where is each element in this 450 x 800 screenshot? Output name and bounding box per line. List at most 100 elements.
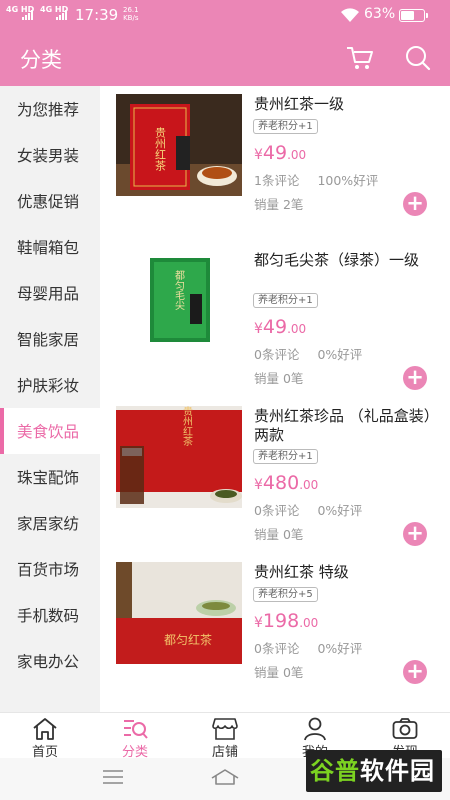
product-price: ¥49.00 bbox=[254, 316, 306, 338]
product-name[interactable]: 贵州红茶珍品 （礼品盒装）两款 bbox=[254, 407, 434, 445]
user-icon bbox=[304, 717, 326, 741]
package-label: 都匀毛尖 bbox=[173, 270, 185, 311]
product-card[interactable]: 贵州红茶 贵州红茶珍品 （礼品盒装）两款 养老积分+1 ¥480.00 0条评论… bbox=[100, 398, 450, 554]
price-decimal: .00 bbox=[299, 616, 319, 630]
home-key-icon[interactable] bbox=[210, 768, 240, 786]
plus-icon: + bbox=[406, 365, 424, 389]
product-image[interactable]: 贵州红茶 bbox=[116, 406, 242, 508]
price-decimal: .00 bbox=[299, 478, 319, 492]
product-list: 贵州红茶 贵州红茶一级 养老积分+1 ¥49.00 1条评论 100%好评 销量 … bbox=[100, 86, 450, 712]
signal-icon bbox=[22, 10, 36, 20]
review-count: 1条评论 bbox=[254, 173, 300, 188]
add-to-cart-button[interactable]: + bbox=[403, 522, 427, 546]
sidebar-item-appliances[interactable]: 家电办公 bbox=[0, 638, 100, 684]
product-name[interactable]: 贵州红茶一级 bbox=[254, 95, 434, 114]
nav-home[interactable]: 首页 bbox=[0, 713, 90, 760]
sidebar-item-home-textiles[interactable]: 家居家纺 bbox=[0, 500, 100, 546]
tea-package-image: 贵州红茶 bbox=[116, 94, 242, 196]
menu-icon[interactable] bbox=[102, 769, 124, 785]
product-review-stats: 0条评论 0%好评 bbox=[254, 638, 362, 657]
product-name[interactable]: 都匀毛尖茶（绿茶）一级 bbox=[254, 251, 434, 270]
tea-package-image: 都匀毛尖 bbox=[116, 250, 242, 352]
currency-symbol: ¥ bbox=[254, 615, 263, 631]
review-count: 0条评论 bbox=[254, 503, 300, 518]
product-review-stats: 1条评论 100%好评 bbox=[254, 170, 378, 189]
package-label: 贵州红茶 bbox=[154, 127, 167, 171]
add-to-cart-button[interactable]: + bbox=[403, 660, 427, 684]
nav-store[interactable]: 店铺 bbox=[180, 713, 270, 760]
home-icon bbox=[33, 718, 57, 740]
price-integer: 198 bbox=[262, 610, 300, 632]
points-badge: 养老积分+1 bbox=[253, 119, 318, 134]
product-image[interactable]: 都匀红茶 bbox=[116, 562, 242, 664]
sidebar-item-digital[interactable]: 手机数码 bbox=[0, 592, 100, 638]
watermark-logo: 谷普软件园 bbox=[306, 750, 442, 792]
add-to-cart-button[interactable]: + bbox=[403, 366, 427, 390]
price-integer: 49 bbox=[262, 316, 288, 338]
sidebar-item-shoes-bags[interactable]: 鞋帽箱包 bbox=[0, 224, 100, 270]
price-integer: 49 bbox=[262, 142, 288, 164]
product-image[interactable]: 都匀毛尖 bbox=[116, 250, 242, 352]
network-speed-value: 26.1 bbox=[123, 6, 139, 14]
watermark-text-green: 谷普 bbox=[310, 757, 360, 785]
category-icon bbox=[124, 720, 148, 739]
status-bar: 4G HD 4G HD 17:39 26.1 KB/s 63% bbox=[0, 0, 450, 30]
product-price: ¥49.00 bbox=[254, 142, 306, 164]
tea-box-image: 都匀红茶 bbox=[116, 562, 242, 664]
battery-level bbox=[401, 11, 415, 20]
store-icon bbox=[212, 718, 238, 740]
search-icon[interactable] bbox=[404, 44, 432, 72]
package-label: 贵州红茶 bbox=[181, 406, 193, 446]
sidebar-item-promotions[interactable]: 优惠促销 bbox=[0, 178, 100, 224]
sidebar-item-food-drinks[interactable]: 美食饮品 bbox=[0, 408, 100, 454]
product-price: ¥480.00 bbox=[254, 472, 318, 494]
camera-icon bbox=[392, 718, 418, 739]
sales-count: 销量 0笔 bbox=[254, 527, 304, 542]
product-name[interactable]: 贵州红茶 特级 bbox=[254, 563, 434, 582]
price-decimal: .00 bbox=[287, 148, 307, 162]
sidebar-item-apparel[interactable]: 女装男装 bbox=[0, 132, 100, 178]
sales-count: 销量 0笔 bbox=[254, 371, 304, 386]
network-speed: 26.1 KB/s bbox=[123, 6, 139, 22]
watermark-text-white: 软件园 bbox=[360, 757, 435, 785]
sidebar-item-recommended[interactable]: 为您推荐 bbox=[0, 86, 100, 132]
sales-count: 销量 2笔 bbox=[254, 197, 304, 212]
currency-symbol: ¥ bbox=[254, 321, 263, 337]
clock: 17:39 bbox=[75, 6, 119, 24]
currency-symbol: ¥ bbox=[254, 147, 263, 163]
price-decimal: .00 bbox=[287, 322, 307, 336]
product-card[interactable]: 都匀红茶 贵州红茶 特级 养老积分+5 ¥198.00 0条评论 0%好评 销量 … bbox=[100, 554, 450, 710]
page-title: 分类 bbox=[20, 48, 62, 72]
product-card[interactable]: 贵州红茶 贵州红茶一级 养老积分+1 ¥49.00 1条评论 100%好评 销量 … bbox=[100, 86, 450, 242]
category-sidebar: 为您推荐 女装男装 优惠促销 鞋帽箱包 母婴用品 智能家居 护肤彩妆 美食饮品 … bbox=[0, 86, 100, 712]
product-image[interactable]: 贵州红茶 bbox=[116, 94, 242, 196]
sidebar-item-smart-home[interactable]: 智能家居 bbox=[0, 316, 100, 362]
package-label: 都匀红茶 bbox=[164, 632, 212, 647]
points-badge: 养老积分+1 bbox=[253, 449, 318, 464]
sales-count: 销量 0笔 bbox=[254, 665, 304, 680]
tea-gift-box-image: 贵州红茶 bbox=[116, 406, 242, 508]
network-speed-unit: KB/s bbox=[123, 14, 139, 22]
review-count: 0条评论 bbox=[254, 641, 300, 656]
price-integer: 480 bbox=[262, 472, 300, 494]
currency-symbol: ¥ bbox=[254, 477, 263, 493]
sidebar-item-general-store[interactable]: 百货市场 bbox=[0, 546, 100, 592]
product-card[interactable]: 都匀毛尖 都匀毛尖茶（绿茶）一级 养老积分+1 ¥49.00 0条评论 0%好评 … bbox=[100, 242, 450, 398]
product-review-stats: 0条评论 0%好评 bbox=[254, 344, 362, 363]
plus-icon: + bbox=[406, 521, 424, 545]
add-to-cart-button[interactable]: + bbox=[403, 192, 427, 216]
positive-rating: 0%好评 bbox=[317, 503, 363, 518]
sidebar-item-beauty[interactable]: 护肤彩妆 bbox=[0, 362, 100, 408]
battery-percent: 63% bbox=[364, 6, 396, 22]
positive-rating: 100%好评 bbox=[317, 173, 379, 188]
sidebar-item-baby[interactable]: 母婴用品 bbox=[0, 270, 100, 316]
cart-icon[interactable] bbox=[346, 45, 374, 71]
plus-icon: + bbox=[406, 191, 424, 215]
nav-category[interactable]: 分类 bbox=[90, 713, 180, 760]
product-review-stats: 0条评论 0%好评 bbox=[254, 500, 362, 519]
points-badge: 养老积分+5 bbox=[253, 587, 318, 602]
positive-rating: 0%好评 bbox=[317, 347, 363, 362]
product-price: ¥198.00 bbox=[254, 610, 318, 632]
wifi-icon bbox=[341, 8, 359, 22]
sidebar-item-jewelry[interactable]: 珠宝配饰 bbox=[0, 454, 100, 500]
